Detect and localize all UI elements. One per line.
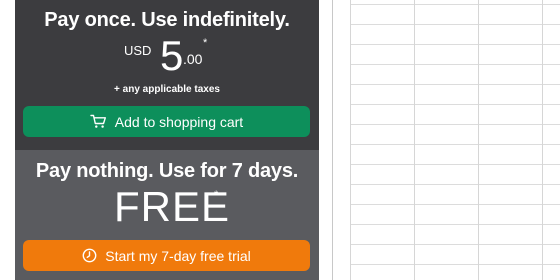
spreadsheet-grid[interactable] [350, 0, 560, 280]
grid-gutter [333, 0, 350, 280]
start-free-trial-label: Start my 7-day free trial [105, 247, 251, 264]
start-free-trial-button[interactable]: Start my 7-day free trial [23, 240, 310, 271]
price-asterisk: * [203, 37, 208, 49]
shopping-cart-icon [90, 114, 107, 129]
price-display: USD 5 .00 * [15, 34, 319, 80]
paid-offer-headline: Pay once. Use indefinitely. [44, 9, 290, 31]
taxes-note: + any applicable taxes [114, 84, 220, 95]
add-to-cart-label: Add to shopping cart [114, 113, 244, 130]
free-asterisk: * [214, 189, 219, 201]
free-label: FREE [114, 183, 231, 230]
price-integer: 5 [160, 32, 184, 79]
free-trial-headline: Pay nothing. Use for 7 days. [35, 160, 299, 182]
add-to-cart-button[interactable]: Add to shopping cart [23, 106, 310, 137]
left-margin [0, 0, 15, 280]
clock-icon [82, 248, 97, 263]
free-trial-section: Pay nothing. Use for 7 days. FREE * Star… [15, 150, 319, 280]
pricing-panel: Pay once. Use indefinitely. USD 5 .00 * … [15, 0, 319, 280]
price-currency: USD [124, 43, 152, 58]
free-price-display: FREE * [15, 184, 319, 230]
price-decimal: .00 [183, 51, 203, 67]
paid-offer-section: Pay once. Use indefinitely. USD 5 .00 * … [15, 0, 319, 150]
